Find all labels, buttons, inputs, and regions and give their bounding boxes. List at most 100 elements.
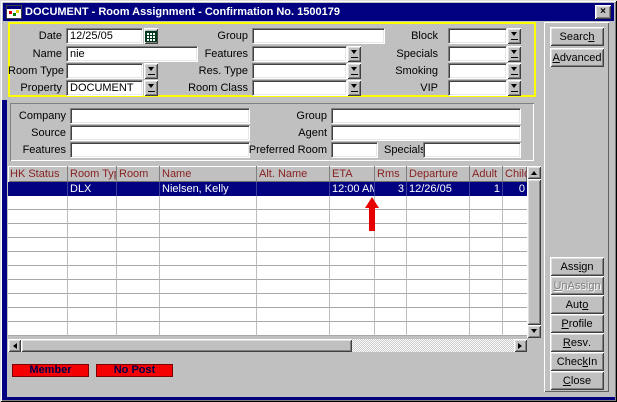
group-field[interactable]	[252, 28, 385, 44]
agent-label: Agent	[238, 127, 327, 140]
table-row-empty[interactable]	[8, 308, 527, 322]
group-label: Group	[180, 30, 248, 43]
no-post-badge: No Post	[96, 364, 173, 377]
chevron-down-icon	[511, 32, 517, 39]
annotation-arrow-shaft	[369, 207, 375, 231]
room-class-field[interactable]	[252, 80, 347, 96]
table-row-empty[interactable]	[8, 238, 527, 252]
column-header-child[interactable]: Child	[503, 166, 527, 182]
title-bar: DOCUMENT - Room Assignment - Confirmatio…	[3, 3, 614, 21]
cell-child: 0	[503, 182, 527, 196]
window-title: DOCUMENT - Room Assignment - Confirmatio…	[25, 6, 595, 18]
check-in-button[interactable]: Check In	[550, 352, 604, 371]
table-row-empty[interactable]	[8, 252, 527, 266]
name-field[interactable]: nie	[66, 46, 198, 62]
features-info-label: Features	[12, 144, 66, 157]
scroll-up-button[interactable]	[527, 166, 541, 179]
preferred-room-field[interactable]	[331, 142, 378, 158]
window-edge-strip-left	[2, 100, 7, 398]
property-dropdown-button[interactable]	[144, 80, 158, 96]
table-row-selected[interactable]: DLX Nielsen, Kelly 12:00 AM 3 12/26/05 1…	[8, 182, 527, 196]
room-assignment-window: DOCUMENT - Room Assignment - Confirmatio…	[0, 0, 617, 402]
features-label: Features	[180, 48, 248, 61]
assign-button[interactable]: Assign	[550, 257, 604, 276]
column-header-eta[interactable]: ETA	[330, 166, 375, 182]
calendar-button[interactable]	[144, 28, 158, 44]
source-field[interactable]	[70, 125, 250, 141]
specials-info-label: Specials	[384, 144, 419, 157]
room-type-label: Room Type	[8, 65, 62, 78]
room-class-dropdown-button[interactable]	[347, 80, 361, 96]
grid-empty-rows[interactable]	[8, 196, 527, 336]
advanced-button[interactable]: Advanced	[550, 48, 604, 67]
calendar-icon	[145, 31, 157, 42]
column-header-rms[interactable]: Rms	[375, 166, 407, 182]
preferred-room-label: Preferred Room	[238, 144, 327, 157]
column-header-departure[interactable]: Departure	[407, 166, 470, 182]
table-row-empty[interactable]	[8, 224, 527, 238]
specials-label: Specials	[384, 48, 438, 61]
scroll-left-button[interactable]	[8, 339, 21, 352]
block-dropdown-button[interactable]	[507, 28, 521, 44]
cell-hk-status	[8, 182, 68, 196]
column-header-room[interactable]: Room	[117, 166, 160, 182]
vertical-scrollbar[interactable]	[527, 166, 541, 338]
column-header-alt-name[interactable]: Alt. Name	[257, 166, 330, 182]
vertical-scroll-thumb[interactable]	[527, 179, 541, 325]
company-field[interactable]	[70, 108, 250, 124]
res-type-dropdown-button[interactable]	[347, 63, 361, 79]
res-type-field[interactable]	[252, 63, 347, 79]
close-icon: ×	[600, 6, 606, 17]
smoking-field[interactable]	[448, 63, 507, 79]
table-row-empty[interactable]	[8, 196, 527, 210]
features-info-field[interactable]	[70, 142, 250, 158]
property-label: Property	[8, 82, 62, 95]
table-row-empty[interactable]	[8, 210, 527, 224]
horizontal-scroll-thumb[interactable]	[21, 339, 352, 352]
cell-name: Nielsen, Kelly	[160, 182, 257, 196]
scroll-down-button[interactable]	[527, 325, 541, 338]
cell-eta: 12:00 AM	[330, 182, 375, 196]
search-button[interactable]: Search	[550, 27, 604, 46]
column-header-name[interactable]: Name	[160, 166, 257, 182]
specials-info-field[interactable]	[423, 142, 521, 158]
specials-dropdown-button[interactable]	[507, 46, 521, 62]
features-field[interactable]	[252, 46, 347, 62]
auto-button[interactable]: Auto	[550, 295, 604, 314]
scroll-left-icon	[10, 343, 17, 349]
vip-field[interactable]	[448, 80, 507, 96]
table-row-empty[interactable]	[8, 280, 527, 294]
table-row-empty[interactable]	[8, 266, 527, 280]
chevron-down-icon	[351, 84, 357, 91]
scroll-right-button[interactable]	[514, 339, 527, 352]
column-header-hk-status[interactable]: HK Status	[8, 166, 68, 182]
column-header-adult[interactable]: Adult	[470, 166, 503, 182]
resv-button[interactable]: Resv.	[550, 333, 604, 352]
table-row-empty[interactable]	[8, 322, 527, 336]
grid-header: HK Status Room Type Room Name Alt. Name …	[8, 166, 527, 182]
vip-dropdown-button[interactable]	[507, 80, 521, 96]
close-window-button[interactable]: Close	[550, 371, 604, 390]
date-field[interactable]: 12/25/05	[66, 28, 143, 44]
horizontal-scrollbar[interactable]	[8, 339, 527, 352]
smoking-dropdown-button[interactable]	[507, 63, 521, 79]
window-edge-strip-bottom	[2, 397, 615, 400]
block-field[interactable]	[448, 28, 507, 44]
close-button[interactable]: ×	[595, 5, 611, 19]
agent-field[interactable]	[331, 125, 521, 141]
scroll-down-icon	[531, 329, 537, 336]
room-type-dropdown-button[interactable]	[144, 63, 158, 79]
profile-button[interactable]: Profile	[550, 314, 604, 333]
source-label: Source	[12, 127, 66, 140]
room-type-field[interactable]	[66, 63, 143, 79]
specials-field[interactable]	[448, 46, 507, 62]
scroll-right-icon	[518, 343, 525, 349]
table-row-empty[interactable]	[8, 294, 527, 308]
cell-alt-name	[257, 182, 330, 196]
property-field[interactable]: DOCUMENT	[66, 80, 143, 96]
cell-adult: 1	[470, 182, 503, 196]
group-info-field[interactable]	[331, 108, 521, 124]
column-header-room-type[interactable]: Room Type	[68, 166, 117, 182]
cell-room-type: DLX	[68, 182, 117, 196]
features-dropdown-button[interactable]	[347, 46, 361, 62]
